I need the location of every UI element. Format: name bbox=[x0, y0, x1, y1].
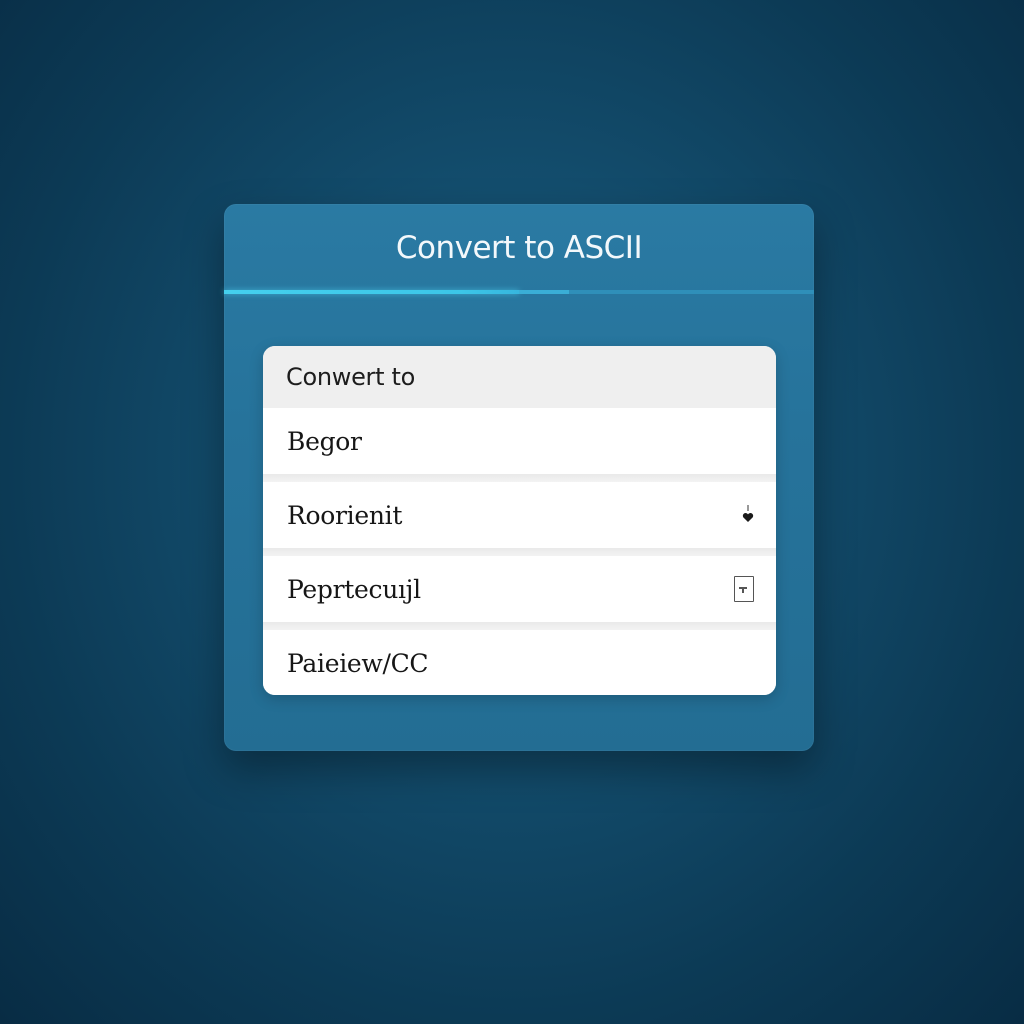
option-label: Roorienit bbox=[287, 500, 403, 530]
option-label: Begor bbox=[287, 426, 362, 456]
option-label: Paieiew/CC bbox=[287, 648, 429, 678]
divider bbox=[263, 622, 776, 630]
heart-icon bbox=[740, 503, 756, 527]
dialog-title: Convert to ASCII bbox=[395, 230, 643, 266]
option-label: Peprtecuıjl bbox=[287, 574, 421, 604]
option-item-4[interactable]: Paieiew/CC bbox=[263, 630, 776, 695]
divider bbox=[263, 548, 776, 556]
header-progress-tail bbox=[519, 290, 569, 294]
divider bbox=[263, 474, 776, 482]
options-card: Conwert to Begor Roorienit Peprtecuıjl P… bbox=[263, 346, 776, 695]
option-item-3[interactable]: Peprtecuıjl bbox=[263, 556, 776, 622]
convert-dialog: Convert to ASCII Conwert to Begor Roorie… bbox=[224, 204, 814, 751]
card-header-label: Conwert to bbox=[286, 363, 416, 391]
panel-icon[interactable] bbox=[734, 576, 754, 602]
dialog-header: Convert to ASCII bbox=[224, 204, 814, 290]
option-item-1[interactable]: Begor bbox=[263, 408, 776, 474]
card-header: Conwert to bbox=[263, 346, 776, 408]
header-progress-fill bbox=[224, 290, 519, 294]
option-item-2[interactable]: Roorienit bbox=[263, 482, 776, 548]
header-progress-bar bbox=[224, 290, 814, 294]
